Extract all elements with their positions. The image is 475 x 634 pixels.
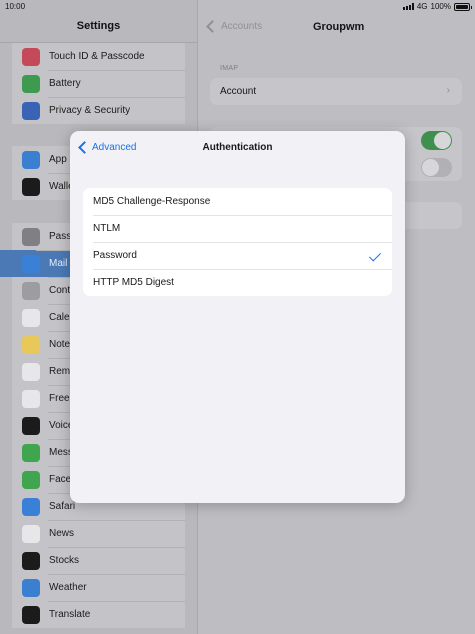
chevron-left-icon xyxy=(206,20,219,33)
hand-icon xyxy=(22,101,40,120)
sidebar-item-label: News xyxy=(49,528,75,539)
sidebar-item-label: Touch ID & Passcode xyxy=(49,51,145,62)
sidebar-item-label: Weather xyxy=(49,582,87,593)
mail-icon xyxy=(22,254,40,273)
account-label: Account xyxy=(220,86,257,97)
app-store-icon xyxy=(22,150,40,169)
messages-icon xyxy=(22,443,40,462)
sheet-title: Authentication xyxy=(202,142,273,153)
status-bar: 10:00 4G 100% xyxy=(0,0,475,14)
sidebar-group-security: Touch ID & Passcode Battery Privacy & Secu… xyxy=(12,43,185,124)
weather-icon xyxy=(22,578,40,597)
sidebar-title: Settings xyxy=(76,20,121,32)
imap-section-header: IMAP xyxy=(220,65,239,72)
sidebar-item-translate[interactable]: Translate xyxy=(12,601,185,628)
sidebar-item-label: Stocks xyxy=(49,555,80,566)
sidebar-item-label: Mail xyxy=(49,258,68,269)
auth-option-password[interactable]: Password xyxy=(83,242,392,269)
sidebar-item-privacy-security[interactable]: Privacy & Security xyxy=(12,97,185,124)
reminders-icon xyxy=(22,362,40,381)
auth-option-ntlm[interactable]: NTLM xyxy=(83,215,392,242)
freeform-icon xyxy=(22,389,40,408)
calendar-icon xyxy=(22,308,40,327)
stocks-icon xyxy=(22,551,40,570)
sidebar-item-battery[interactable]: Battery xyxy=(12,70,185,97)
checkmark-icon xyxy=(368,249,382,262)
accounts-back-button[interactable]: Accounts xyxy=(206,20,263,33)
sidebar-item-weather[interactable]: Weather xyxy=(12,574,185,601)
wallet-icon xyxy=(22,177,40,196)
news-icon xyxy=(22,524,40,543)
sidebar-item-label: Note xyxy=(49,339,71,350)
safari-icon xyxy=(22,497,40,516)
detail-title: Groupwm xyxy=(313,21,365,33)
facetime-icon xyxy=(22,470,40,489)
sidebar-item-label: Face xyxy=(49,474,72,485)
sidebar-item-label: Battery xyxy=(49,78,81,89)
sidebar-item-label: Translate xyxy=(49,609,91,620)
fingerprint-icon xyxy=(22,47,40,66)
authentication-sheet: Advanced Authentication MD5 Challenge-Re… xyxy=(70,131,405,503)
auth-option-label: Password xyxy=(93,250,137,261)
status-time: 10:00 xyxy=(5,2,26,11)
translate-icon xyxy=(22,605,40,624)
battery-icon xyxy=(454,2,472,11)
key-icon xyxy=(22,227,40,246)
status-right: 4G 100% xyxy=(402,2,472,11)
signal-icon xyxy=(402,3,414,10)
sidebar-item-label: Pass xyxy=(49,231,72,242)
auth-option-label: NTLM xyxy=(93,223,121,234)
auth-option-label: HTTP MD5 Digest xyxy=(93,277,174,288)
sidebar-item-label: Rem xyxy=(49,366,71,377)
battery-icon xyxy=(22,74,40,93)
sidebar-item-label: Cale xyxy=(49,312,70,323)
sidebar-item-label: App xyxy=(49,154,67,165)
accounts-back-label: Accounts xyxy=(221,21,263,32)
network-label: 4G xyxy=(416,2,428,11)
account-toggle-off[interactable] xyxy=(421,158,452,177)
contacts-icon xyxy=(22,281,40,300)
chevron-right-icon: › xyxy=(446,85,450,96)
sidebar-item-label: Safari xyxy=(49,501,76,512)
account-toggle-on[interactable] xyxy=(421,131,452,150)
sidebar-item-label: Free xyxy=(49,393,70,404)
sidebar-item-stocks[interactable]: Stocks xyxy=(12,547,185,574)
authentication-options: MD5 Challenge-Response NTLM Password HTTP M… xyxy=(83,188,392,296)
sidebar-item-touch-id-passcode[interactable]: Touch ID & Passcode xyxy=(12,43,185,70)
auth-option-http-md5-digest[interactable]: HTTP MD5 Digest xyxy=(83,269,392,296)
battery-percent: 100% xyxy=(430,2,451,11)
sidebar-item-label: Privacy & Security xyxy=(49,105,131,116)
auth-option-md5-challenge-response[interactable]: MD5 Challenge-Response xyxy=(83,188,392,215)
sidebar-item-news[interactable]: News xyxy=(12,520,185,547)
notes-icon xyxy=(22,335,40,354)
voice-memos-icon xyxy=(22,416,40,435)
account-row[interactable]: Account › xyxy=(210,78,462,105)
auth-option-label: MD5 Challenge-Response xyxy=(93,196,211,207)
